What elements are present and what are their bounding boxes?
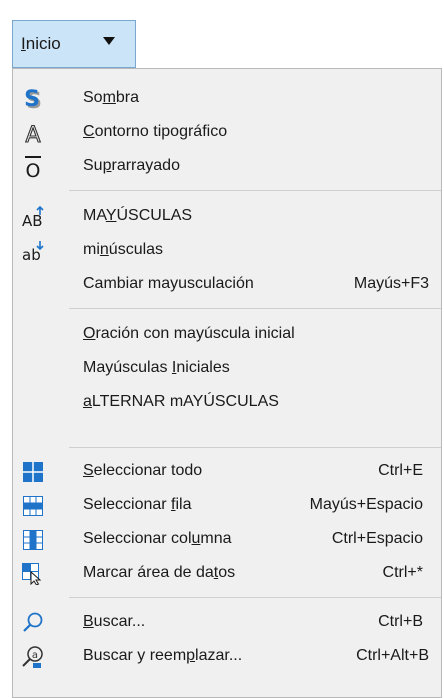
svg-text:S: S xyxy=(24,87,40,111)
svg-text:ab: ab xyxy=(22,246,41,263)
select-all-grid-icon xyxy=(21,460,45,484)
svg-text:a: a xyxy=(32,650,38,661)
menu-item-label: Contorno tipográfico xyxy=(83,123,228,140)
menu-separator xyxy=(69,190,441,191)
menu-item-sombra[interactable]: S S Sombra xyxy=(13,82,441,116)
menu-item-label: Seleccionar fila xyxy=(83,496,192,513)
shadow-s-icon: S S xyxy=(21,87,45,111)
menu-item-oracion[interactable]: Oración con mayúscula inicial xyxy=(13,318,441,352)
menu-item-label: Oración con mayúscula inicial xyxy=(83,325,295,342)
outline-a-icon: A xyxy=(21,121,45,145)
find-replace-icon: a xyxy=(21,645,45,669)
menu-item-seleccionar-todo[interactable]: Seleccionar todo Ctrl+E xyxy=(13,455,441,489)
menu-item-label: Buscar... xyxy=(83,613,146,630)
menu-item-contorno-tipografico[interactable]: A Contorno tipográfico xyxy=(13,116,441,150)
menu-separator xyxy=(69,597,441,598)
dropdown-arrow-icon xyxy=(103,37,115,45)
menu-item-shortcut: Ctrl+Alt+B xyxy=(356,647,429,664)
menu-item-shortcut: Mayús+Espacio xyxy=(309,496,423,513)
menu-item-label: Cambiar mayusculación xyxy=(83,275,254,292)
menu-item-label: Seleccionar columna xyxy=(83,530,232,547)
menu-item-label: Marcar área de datos xyxy=(83,564,236,581)
menu-item-label: Suprarrayado xyxy=(83,157,180,174)
toolbar-area: Inicio xyxy=(0,0,444,70)
lowercase-ab-icon: ab xyxy=(21,239,45,263)
menu-item-label: Mayúsculas Iniciales xyxy=(83,359,230,376)
menu-item-shortcut: Ctrl+B xyxy=(378,613,423,630)
inicio-label: Inicio xyxy=(21,34,61,53)
menu-item-label: Sombra xyxy=(83,89,140,106)
data-area-icon xyxy=(21,562,45,586)
inicio-dropdown-button[interactable]: Inicio xyxy=(12,20,136,68)
menu-item-cambiar-mayusculacion[interactable]: Cambiar mayusculación Mayús+F3 xyxy=(13,268,441,302)
svg-text:O: O xyxy=(26,160,41,179)
menu-separator xyxy=(69,308,441,309)
menu-item-seleccionar-fila[interactable]: Seleccionar fila Mayús+Espacio xyxy=(13,489,441,523)
menu-item-alternar-mayusculas[interactable]: aLTERNAR mAYÚSCULAS xyxy=(13,386,441,420)
find-magnifier-icon xyxy=(21,611,45,635)
menu-item-minusculas[interactable]: ab minúsculas xyxy=(13,234,441,268)
menu-item-buscar-reemplazar[interactable]: a Buscar y reemplazar... Ctrl+Alt+B xyxy=(13,640,441,674)
menu-item-mayusculas[interactable]: AB MAYÚSCULAS xyxy=(13,200,441,234)
inicio-menu: S S Sombra A Contorno tipográfico O Supr… xyxy=(12,68,442,698)
select-column-grid-icon xyxy=(21,528,45,552)
menu-item-label: MAYÚSCULAS xyxy=(83,207,193,224)
menu-item-label: Buscar y reemplazar... xyxy=(83,647,243,664)
overline-o-icon: O xyxy=(21,155,45,179)
uppercase-ab-icon: AB xyxy=(21,205,45,229)
menu-item-suprarrayado[interactable]: O Suprarrayado xyxy=(13,150,441,184)
menu-item-marcar-area[interactable]: Marcar área de datos Ctrl+* xyxy=(13,557,441,591)
menu-item-label: minúsculas xyxy=(83,241,164,258)
menu-item-label: Seleccionar todo xyxy=(83,462,203,479)
menu-item-label: aLTERNAR mAYÚSCULAS xyxy=(83,393,279,410)
select-row-grid-icon xyxy=(21,494,45,518)
svg-text:A: A xyxy=(25,123,40,145)
menu-item-shortcut: Ctrl+* xyxy=(382,564,423,581)
menu-item-buscar[interactable]: Buscar... Ctrl+B xyxy=(13,606,441,640)
menu-item-shortcut: Ctrl+E xyxy=(378,462,423,479)
menu-separator xyxy=(69,447,441,448)
menu-item-shortcut: Ctrl+Espacio xyxy=(331,530,423,547)
menu-item-mayusculas-iniciales[interactable]: Mayúsculas Iniciales xyxy=(13,352,441,386)
menu-item-seleccionar-columna[interactable]: Seleccionar columna Ctrl+Espacio xyxy=(13,523,441,557)
menu-item-shortcut: Mayús+F3 xyxy=(353,275,429,292)
